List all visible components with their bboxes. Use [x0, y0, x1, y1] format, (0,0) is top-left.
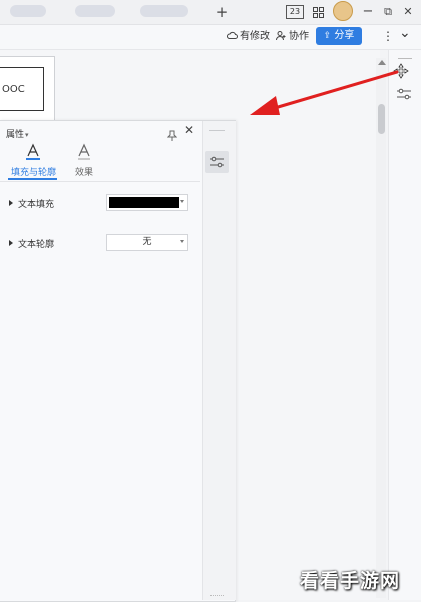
restore-button[interactable]: ⧉	[382, 2, 394, 22]
cloud-icon	[227, 30, 238, 41]
tab-count-badge[interactable]: 23	[286, 5, 304, 19]
text-fill-label: 文本填充	[18, 200, 55, 210]
panel-title[interactable]: 属性▾	[6, 127, 29, 140]
text-outline-select[interactable]: 无	[106, 234, 188, 251]
collaborate-button[interactable]: 协作	[276, 30, 309, 44]
minimize-button[interactable]: −	[362, 2, 374, 22]
text-fill-row[interactable]: 文本填充	[9, 197, 54, 210]
pin-icon[interactable]	[166, 126, 178, 145]
text-outline-label: 文本轮廓	[18, 240, 55, 250]
close-window-button[interactable]: ✕	[402, 2, 414, 22]
watermark: 看看手游网	[300, 570, 401, 592]
user-avatar[interactable]	[333, 1, 353, 21]
chevron-down-icon	[180, 240, 184, 243]
properties-panel-sidebar	[202, 121, 236, 600]
expand-triangle-icon	[9, 240, 13, 246]
red-pointer-arrow	[250, 70, 399, 115]
grid-icon[interactable]	[311, 2, 325, 25]
new-tab-button[interactable]: +	[214, 2, 230, 22]
document-page[interactable]: OOC	[0, 56, 55, 122]
text-fill-color-picker[interactable]	[106, 194, 188, 211]
resize-grip-icon[interactable]	[210, 595, 224, 597]
blurred-tab[interactable]	[10, 5, 46, 17]
fill-color-swatch	[109, 197, 179, 208]
text-effect-icon[interactable]	[76, 143, 92, 165]
page-text-box[interactable]: OOC	[0, 67, 44, 111]
people-icon	[276, 30, 287, 41]
panel-divider	[0, 181, 200, 182]
tab-fill-and-outline[interactable]: 填充与轮廓	[11, 165, 56, 178]
share-label: 分享	[334, 30, 355, 41]
title-bar: + 23 − ⧉ ✕	[0, 0, 421, 25]
blurred-tab[interactable]	[75, 5, 115, 17]
chevron-down-icon	[180, 200, 184, 203]
text-fill-outline-icon[interactable]	[25, 143, 41, 165]
unmodified-status[interactable]: 有修改	[227, 30, 270, 44]
more-menu-button[interactable]: ⋮	[382, 29, 394, 43]
share-icon: ⇪	[323, 31, 332, 41]
panel-drag-handle-icon[interactable]	[209, 130, 225, 131]
properties-panel	[0, 120, 236, 602]
property-sidebar-button[interactable]	[205, 151, 229, 173]
tab-effects[interactable]: 效果	[75, 165, 93, 178]
text-outline-row[interactable]: 文本轮廓	[9, 237, 54, 250]
page-text: OOC	[2, 84, 25, 95]
unmodified-label: 有修改	[240, 31, 270, 42]
right-side-toolbar	[388, 50, 421, 600]
drag-handle-icon[interactable]	[398, 58, 412, 59]
outline-value: 无	[142, 237, 152, 247]
panel-title-text: 属性	[6, 130, 25, 140]
expand-triangle-icon	[9, 200, 13, 206]
sliders-icon	[210, 156, 224, 168]
close-panel-icon[interactable]: ✕	[184, 123, 194, 137]
blurred-tab[interactable]	[140, 5, 188, 17]
share-button[interactable]: ⇪ 分享	[316, 27, 362, 45]
vertical-scrollbar[interactable]	[376, 58, 386, 598]
active-tab-indicator	[8, 178, 57, 180]
collapse-toolbar-button[interactable]: ⌄	[399, 26, 411, 40]
title-dropdown-icon: ▾	[25, 131, 29, 139]
collaborate-label: 协作	[289, 31, 309, 42]
